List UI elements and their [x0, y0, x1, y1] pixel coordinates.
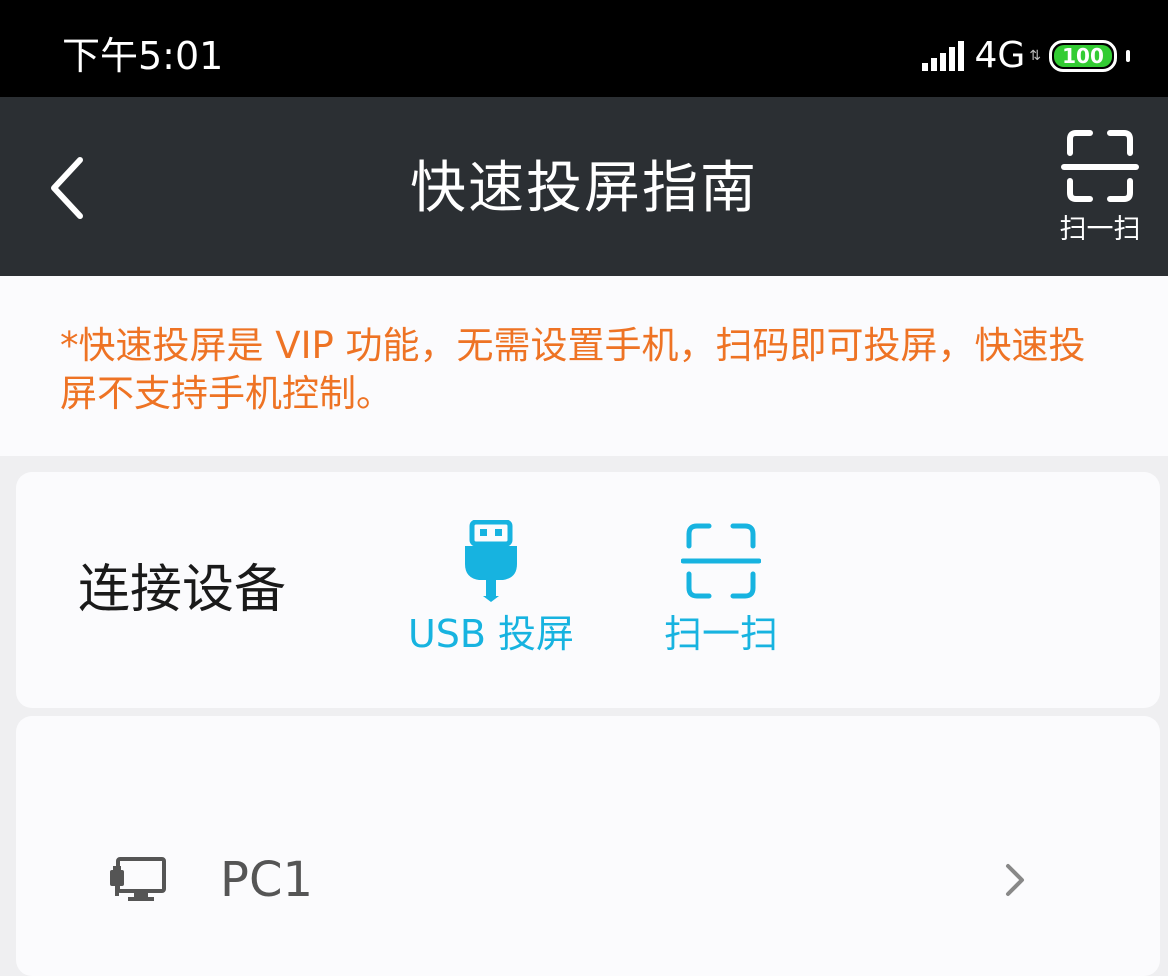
usb-cast-label: USB 投屏 — [407, 612, 575, 656]
header-scan-label: 扫一扫 — [1059, 214, 1141, 245]
header-scan-button[interactable]: 扫一扫 — [1050, 129, 1150, 249]
vip-notice-text: *快速投屏是 VIP 功能，无需设置手机，扫码即可投屏，快速投屏不支持手机控制。 — [60, 324, 1086, 415]
device-name: PC1 — [220, 852, 313, 908]
battery-icon: 100 — [1049, 40, 1117, 72]
scan-frame-icon — [1061, 130, 1139, 202]
page-title: 快速投屏指南 — [410, 156, 758, 221]
battery-tip — [1126, 50, 1130, 62]
device-item-pc1[interactable]: PC1 — [16, 836, 1160, 916]
scan-button[interactable]: 扫一扫 — [646, 520, 796, 670]
status-indicators: 4G ⇅ 100 — [922, 36, 1130, 76]
usb-cast-button[interactable]: USB 投屏 — [396, 520, 586, 670]
pc-usb-icon — [110, 857, 166, 901]
vip-notice: *快速投屏是 VIP 功能，无需设置手机，扫码即可投屏，快速投屏不支持手机控制。 — [0, 276, 1168, 456]
connect-device-label: 连接设备 — [78, 560, 287, 620]
signal-icon — [922, 41, 965, 71]
data-activity-icon: ⇅ — [1029, 48, 1041, 64]
network-type: 4G — [974, 35, 1026, 76]
usb-plug-icon — [465, 520, 517, 602]
device-list-card: PC1 — [16, 716, 1160, 976]
scan-label: 扫一扫 — [663, 612, 778, 656]
scan-frame-icon — [681, 523, 761, 599]
battery-level: 100 — [1062, 44, 1104, 68]
status-bar: 下午5:01 4G ⇅ 100 — [0, 0, 1168, 97]
status-time: 下午5:01 — [62, 34, 224, 78]
connect-device-card: 连接设备 USB 投屏 扫一扫 — [16, 472, 1160, 708]
chevron-right-icon — [1006, 864, 1024, 896]
header-bar: 快速投屏指南 扫一扫 — [0, 97, 1168, 276]
